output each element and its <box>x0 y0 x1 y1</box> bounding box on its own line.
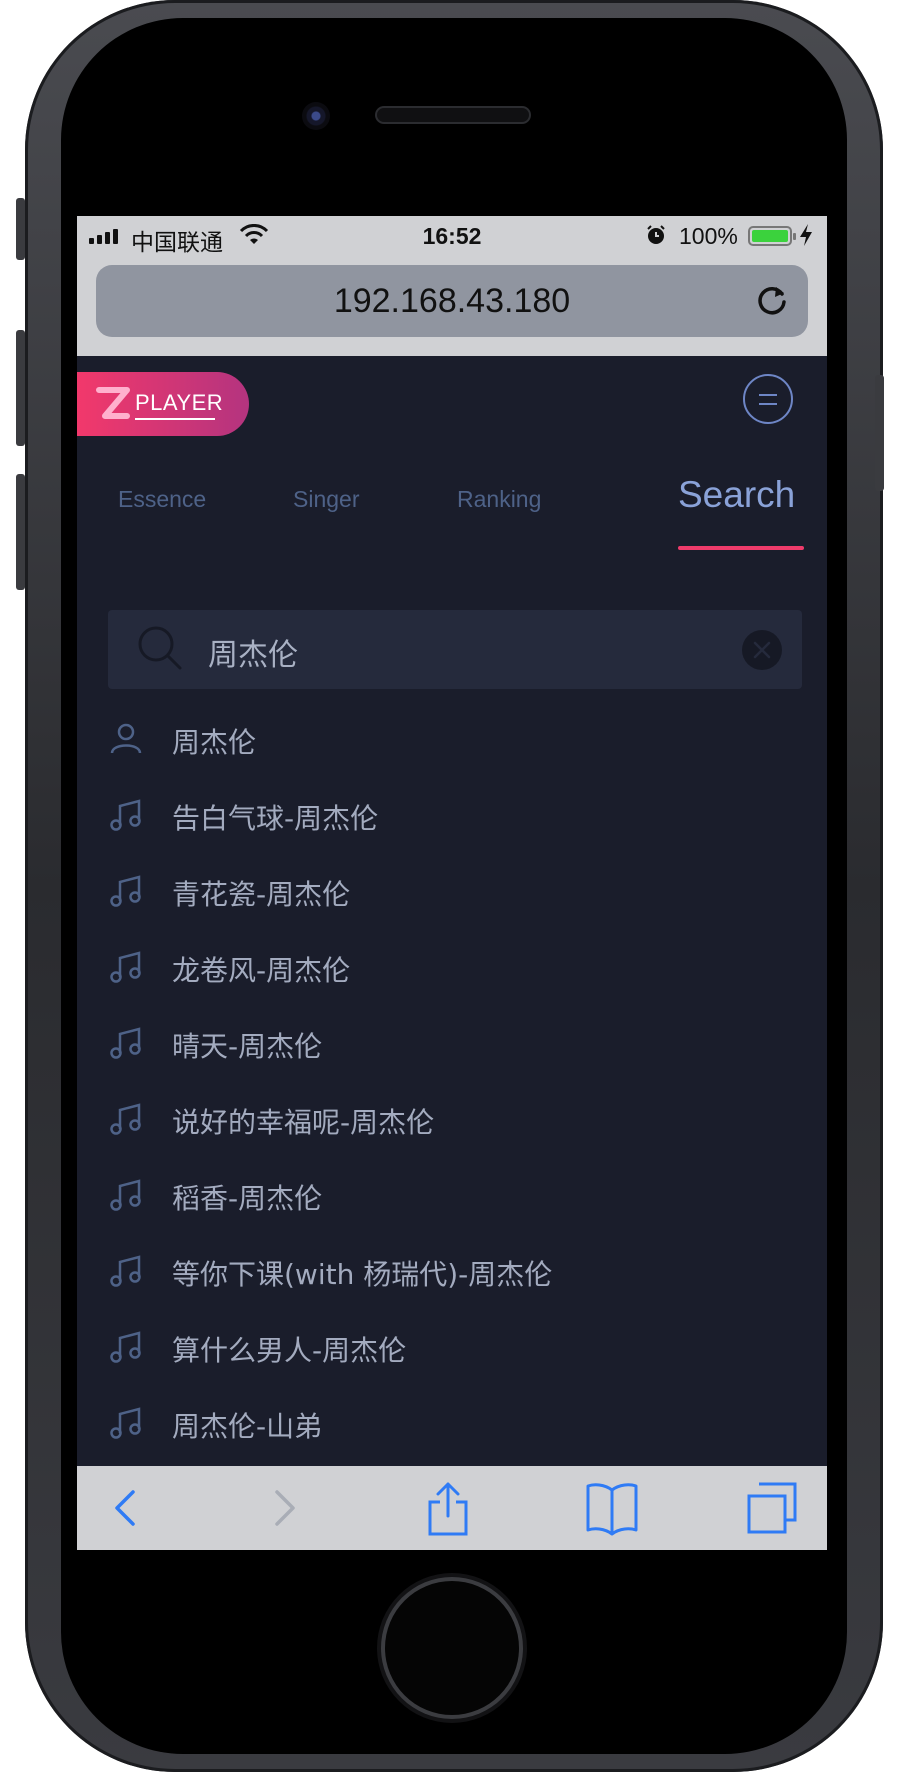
url-text: 192.168.43.180 <box>333 281 571 320</box>
music-note-icon <box>109 1405 143 1443</box>
chevron-left-icon <box>115 1490 135 1526</box>
reload-icon[interactable] <box>754 282 790 327</box>
volume-up-button <box>16 330 25 446</box>
result-item-song[interactable]: 周杰伦-山弟 <box>77 1383 827 1459</box>
result-item-song[interactable]: 告白气球-周杰伦 <box>77 775 827 851</box>
music-note-icon <box>109 1253 143 1291</box>
music-note-icon <box>109 1101 143 1139</box>
tab-essence[interactable]: Essence <box>118 486 206 513</box>
music-note-icon <box>109 949 143 987</box>
search-icon <box>136 624 186 678</box>
music-note-icon <box>109 873 143 911</box>
clear-search-button[interactable] <box>742 630 782 670</box>
tab-ranking[interactable]: Ranking <box>457 486 541 513</box>
result-item-song[interactable]: 龙卷风-周杰伦 <box>77 927 827 1003</box>
menu-line-icon <box>759 403 777 405</box>
charging-bolt-icon <box>799 223 813 253</box>
search-box[interactable]: 周杰伦 <box>108 610 802 689</box>
result-label: 晴天-周杰伦 <box>172 1030 323 1063</box>
alarm-icon <box>645 224 667 252</box>
book-icon <box>586 1483 638 1536</box>
result-item-song[interactable]: 算什么男人-周杰伦 <box>77 1307 827 1383</box>
result-item-song[interactable]: 晴天-周杰伦 <box>77 1003 827 1079</box>
tab-search[interactable]: Search <box>678 474 795 516</box>
result-item-song[interactable]: 稻香-周杰伦 <box>77 1155 827 1231</box>
share-icon <box>428 1482 468 1536</box>
tab-singer[interactable]: Singer <box>293 486 359 513</box>
home-button[interactable] <box>385 1581 519 1715</box>
music-note-icon <box>109 1177 143 1215</box>
result-label: 周杰伦 <box>172 726 257 759</box>
browser-address-area: 192.168.43.180 <box>77 256 827 356</box>
user-icon <box>109 721 143 759</box>
power-button <box>875 375 884 491</box>
menu-button[interactable] <box>743 374 793 424</box>
music-note-icon <box>109 797 143 835</box>
mute-switch <box>16 198 25 260</box>
result-item-singer[interactable]: 周杰伦 <box>77 699 827 775</box>
result-label: 稻香-周杰伦 <box>172 1182 323 1215</box>
result-label: 说好的幸福呢-周杰伦 <box>172 1106 435 1139</box>
active-tab-indicator <box>678 546 804 550</box>
music-note-icon <box>109 1329 143 1367</box>
forward-button[interactable] <box>265 1480 305 1538</box>
z-logo-icon <box>93 384 133 428</box>
status-bar: 中国联通 16:52 100% <box>77 216 827 256</box>
chevron-right-icon <box>275 1490 295 1526</box>
menu-line-icon <box>759 394 777 396</box>
app-logo[interactable]: PLAYER <box>77 372 249 436</box>
result-label: 算什么男人-周杰伦 <box>172 1334 407 1367</box>
result-label: 龙卷风-周杰伦 <box>172 954 351 987</box>
share-button[interactable] <box>426 1480 470 1542</box>
result-label: 等你下课(with 杨瑞代)-周杰伦 <box>172 1258 553 1291</box>
screen: 中国联通 16:52 100% 192.168.43.180 PLAYER Es… <box>77 216 827 1550</box>
earpiece-speaker <box>377 108 529 122</box>
tabs-icon <box>747 1482 797 1534</box>
search-input[interactable]: 周杰伦 <box>208 630 298 674</box>
tabs-button[interactable] <box>745 1480 799 1540</box>
result-label: 告白气球-周杰伦 <box>172 802 379 835</box>
result-item-song[interactable]: 说好的幸福呢-周杰伦 <box>77 1079 827 1155</box>
bookmarks-button[interactable] <box>584 1480 640 1540</box>
music-note-icon <box>109 1025 143 1063</box>
back-button[interactable] <box>105 1480 145 1538</box>
tab-bar: Essence Singer Ranking Search <box>77 474 827 556</box>
close-icon <box>753 641 771 659</box>
result-item-song[interactable]: 青花瓷-周杰伦 <box>77 851 827 927</box>
logo-underline <box>135 418 215 420</box>
browser-toolbar <box>77 1466 827 1550</box>
result-item-song[interactable]: 等你下课(with 杨瑞代)-周杰伦 <box>77 1231 827 1307</box>
result-label: 青花瓷-周杰伦 <box>172 878 351 911</box>
address-bar[interactable]: 192.168.43.180 <box>96 265 808 337</box>
volume-down-button <box>16 474 25 590</box>
battery-percent: 100% <box>679 223 738 249</box>
search-results-list: 周杰伦 告白气球-周杰伦 青花瓷-周杰伦 龙卷风-周杰伦 晴天-周杰伦 说好的幸… <box>77 699 827 1459</box>
battery-icon <box>748 226 796 246</box>
logo-text: PLAYER <box>135 390 224 415</box>
front-camera <box>302 102 330 130</box>
result-label: 周杰伦-山弟 <box>172 1410 323 1443</box>
